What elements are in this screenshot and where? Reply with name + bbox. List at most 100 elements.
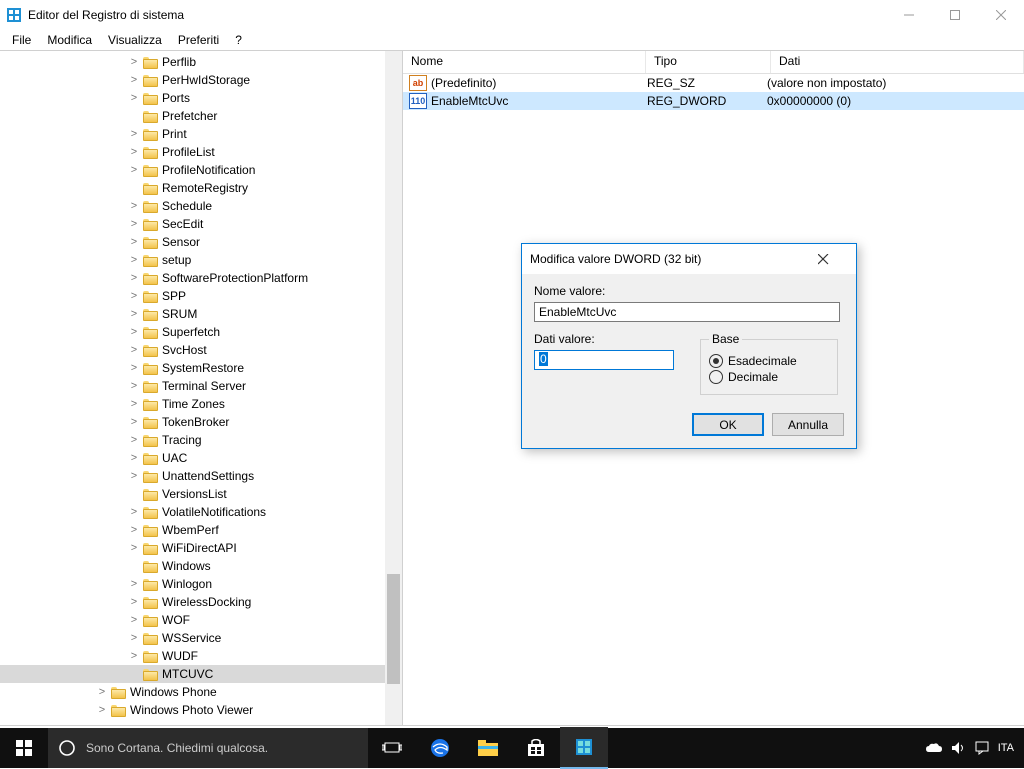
start-button[interactable] — [0, 728, 48, 768]
tree-item[interactable]: >Superfetch — [0, 323, 402, 341]
list-row[interactable]: 110EnableMtcUvcREG_DWORD0x00000000 (0) — [403, 92, 1024, 110]
expand-icon[interactable]: > — [128, 200, 140, 212]
expand-icon[interactable]: > — [128, 380, 140, 392]
tree-item[interactable]: >UAC — [0, 449, 402, 467]
dialog-close-button[interactable] — [818, 254, 848, 265]
expand-icon[interactable]: > — [128, 218, 140, 230]
tree-item[interactable]: >TokenBroker — [0, 413, 402, 431]
expand-icon[interactable]: > — [128, 434, 140, 446]
expand-icon[interactable]: > — [128, 398, 140, 410]
expand-icon[interactable]: > — [128, 56, 140, 68]
expand-icon[interactable]: > — [128, 128, 140, 140]
tree-item[interactable]: >Perflib — [0, 53, 402, 71]
name-input[interactable] — [534, 302, 840, 322]
expand-icon[interactable]: > — [128, 146, 140, 158]
maximize-button[interactable] — [932, 0, 978, 30]
tree-scrollbar[interactable] — [385, 51, 402, 725]
menu-edit[interactable]: Modifica — [39, 31, 100, 49]
expand-icon[interactable]: > — [128, 596, 140, 608]
radio-hex[interactable]: Esadecimale — [709, 354, 829, 368]
task-view-button[interactable] — [368, 728, 416, 768]
taskbar-store[interactable] — [512, 728, 560, 768]
expand-icon[interactable]: > — [128, 254, 140, 266]
expand-icon[interactable]: > — [128, 632, 140, 644]
expand-icon[interactable]: > — [128, 74, 140, 86]
tree-item[interactable]: >Print — [0, 125, 402, 143]
expand-icon[interactable]: > — [128, 506, 140, 518]
action-center-icon[interactable] — [974, 740, 990, 756]
list-row[interactable]: ab(Predefinito)REG_SZ(valore non imposta… — [403, 74, 1024, 92]
tree-item[interactable]: >SecEdit — [0, 215, 402, 233]
expand-icon[interactable]: > — [96, 686, 108, 698]
tree-item[interactable]: >setup — [0, 251, 402, 269]
scroll-thumb[interactable] — [387, 574, 400, 684]
tree-item[interactable]: >Tracing — [0, 431, 402, 449]
tree-item[interactable]: >SvcHost — [0, 341, 402, 359]
cancel-button[interactable]: Annulla — [772, 413, 844, 436]
tree-item[interactable]: >WOF — [0, 611, 402, 629]
tree-item[interactable]: >Windows Photo Viewer — [0, 701, 402, 719]
expand-icon[interactable]: > — [128, 92, 140, 104]
tree-item[interactable]: Prefetcher — [0, 107, 402, 125]
tree-item[interactable]: VersionsList — [0, 485, 402, 503]
tree-item[interactable]: >UnattendSettings — [0, 467, 402, 485]
menu-favorites[interactable]: Preferiti — [170, 31, 227, 49]
expand-icon[interactable]: > — [128, 416, 140, 428]
ok-button[interactable]: OK — [692, 413, 764, 436]
tree-item[interactable]: >WirelessDocking — [0, 593, 402, 611]
col-name[interactable]: Nome — [403, 51, 646, 73]
tree-item[interactable]: >WSService — [0, 629, 402, 647]
expand-icon[interactable]: > — [128, 308, 140, 320]
tree-item[interactable]: >SoftwareProtectionPlatform — [0, 269, 402, 287]
taskbar-edge[interactable] — [416, 728, 464, 768]
cortana-search[interactable]: Sono Cortana. Chiedimi qualcosa. — [48, 728, 368, 768]
tree-item[interactable]: >SPP — [0, 287, 402, 305]
expand-icon[interactable]: > — [128, 452, 140, 464]
col-data[interactable]: Dati — [771, 51, 1024, 73]
onedrive-icon[interactable] — [926, 740, 942, 756]
tree-item[interactable]: >Winlogon — [0, 575, 402, 593]
expand-icon[interactable]: > — [128, 470, 140, 482]
expand-icon[interactable]: > — [128, 236, 140, 248]
tree-item[interactable]: >ProfileList — [0, 143, 402, 161]
expand-icon[interactable]: > — [128, 272, 140, 284]
expand-icon[interactable]: > — [128, 650, 140, 662]
tree-item[interactable]: RemoteRegistry — [0, 179, 402, 197]
tree-item[interactable]: Windows — [0, 557, 402, 575]
tree-item[interactable]: >Ports — [0, 89, 402, 107]
col-type[interactable]: Tipo — [646, 51, 771, 73]
tree-item[interactable]: >WiFiDirectAPI — [0, 539, 402, 557]
tree-item[interactable]: MTCUVC — [0, 665, 402, 683]
tree-item[interactable]: >Schedule — [0, 197, 402, 215]
menu-file[interactable]: File — [4, 31, 39, 49]
tree-item[interactable]: >Windows Phone — [0, 683, 402, 701]
tree-item[interactable]: >Time Zones — [0, 395, 402, 413]
tree-item[interactable]: >WbemPerf — [0, 521, 402, 539]
expand-icon[interactable]: > — [128, 326, 140, 338]
taskbar-explorer[interactable] — [464, 728, 512, 768]
tray-language[interactable]: ITA — [998, 742, 1014, 754]
expand-icon[interactable]: > — [128, 524, 140, 536]
tree-item[interactable]: >PerHwIdStorage — [0, 71, 402, 89]
taskbar-regedit[interactable] — [560, 727, 608, 769]
minimize-button[interactable] — [886, 0, 932, 30]
tree-item[interactable]: >VolatileNotifications — [0, 503, 402, 521]
expand-icon[interactable]: > — [96, 704, 108, 716]
expand-icon[interactable]: > — [128, 290, 140, 302]
expand-icon[interactable]: > — [128, 344, 140, 356]
tree-item[interactable]: >Terminal Server — [0, 377, 402, 395]
tree-item[interactable]: >SRUM — [0, 305, 402, 323]
expand-icon[interactable]: > — [128, 362, 140, 374]
expand-icon[interactable]: > — [128, 542, 140, 554]
tray-volume-icon[interactable] — [950, 740, 966, 756]
menu-view[interactable]: Visualizza — [100, 31, 170, 49]
radio-dec[interactable]: Decimale — [709, 370, 829, 384]
expand-icon[interactable]: > — [128, 578, 140, 590]
tree-item[interactable]: >SystemRestore — [0, 359, 402, 377]
expand-icon[interactable]: > — [128, 164, 140, 176]
tree-item[interactable]: >WUDF — [0, 647, 402, 665]
data-input[interactable]: 0 — [534, 350, 674, 370]
tree-item[interactable]: >Sensor — [0, 233, 402, 251]
close-button[interactable] — [978, 0, 1024, 30]
expand-icon[interactable]: > — [128, 614, 140, 626]
